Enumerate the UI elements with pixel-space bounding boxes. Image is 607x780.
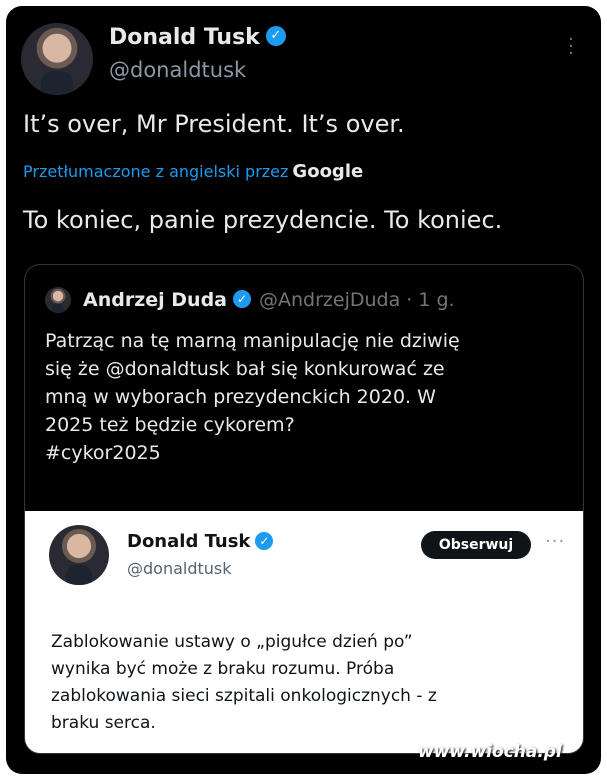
tweet-text: It’s over, Mr President. It’s over. <box>23 110 405 138</box>
author-name[interactable]: Donald Tusk ✓ <box>109 25 286 50</box>
embedded-text-line: braku serca. <box>51 713 156 733</box>
translation-attribution[interactable]: Przetłumaczone z angielski przez Google <box>23 161 363 182</box>
quoted-author-handle: @AndrzejDuda <box>259 289 401 311</box>
quoted-text-line: Patrząc na tę marną manipulację nie dziw… <box>45 330 460 352</box>
quoted-text-line: się że @donaldtusk bał się konkurować ze <box>45 358 445 380</box>
author-handle[interactable]: @donaldtusk <box>109 58 246 82</box>
quoted-author-line: Andrzej Duda ✓ @AndrzejDuda · 1 g. <box>83 289 455 311</box>
quoted-text-line: mną w wyborach prezydenckich 2020. W <box>45 386 436 408</box>
embedded-tweet-text: Zablokowanie ustawy o „pigułce dzień po”… <box>51 629 571 737</box>
verified-badge-icon: ✓ <box>255 531 274 550</box>
avatar[interactable] <box>21 23 93 95</box>
embedded-avatar <box>49 525 109 585</box>
tweet-card: Donald Tusk ✓ @donaldtusk · · · It’s over, … <box>6 6 601 774</box>
embedded-author-line: Donald Tusk ✓ <box>127 531 274 552</box>
embedded-author-name: Donald Tusk <box>127 531 251 552</box>
watermark: www.wiocha.pl <box>418 742 562 762</box>
more-options-icon: ··· <box>545 531 566 552</box>
embedded-author-handle: @donaldtusk <box>127 559 232 578</box>
translated-text: To koniec, panie prezydencie. To koniec. <box>23 206 503 234</box>
translation-label[interactable]: Przetłumaczone z angielski przez <box>23 162 288 181</box>
embedded-text-line: wynika być może z braku rozumu. Próba <box>51 659 395 679</box>
quoted-text-line: 2025 też będzie cykorem? <box>45 414 295 436</box>
quoted-time: · 1 g. <box>406 289 455 311</box>
google-logo: Google <box>292 161 364 182</box>
verified-badge-icon: ✓ <box>265 26 286 46</box>
quoted-tweet[interactable]: Andrzej Duda ✓ @AndrzejDuda · 1 g. Patrząc… <box>24 264 584 754</box>
quoted-tweet-text: Patrząc na tę marną manipulację nie dziw… <box>45 327 565 467</box>
embedded-tweet-screenshot: Donald Tusk ✓ @donaldtusk Obserwuj ··· Za… <box>25 511 583 753</box>
verified-badge-icon: ✓ <box>233 290 251 308</box>
follow-button: Obserwuj <box>421 531 531 559</box>
vertical-dots-icon[interactable]: · · · <box>566 31 576 63</box>
hashtag-link[interactable]: #cykor2025 <box>45 439 565 467</box>
embedded-text-line: zablokowania sieci szpitali onkologiczny… <box>51 686 437 706</box>
quoted-avatar <box>45 287 71 313</box>
quoted-author-name: Andrzej Duda <box>83 289 227 311</box>
embedded-text-line: Zablokowanie ustawy o „pigułce dzień po” <box>51 632 413 652</box>
author-name-text[interactable]: Donald Tusk <box>109 25 260 50</box>
